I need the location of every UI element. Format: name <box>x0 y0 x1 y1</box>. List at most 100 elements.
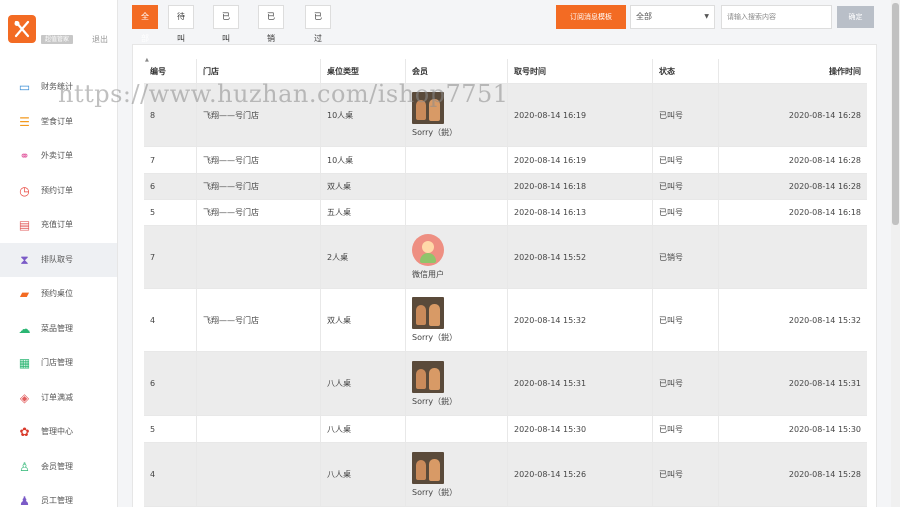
cell-status: 已叫号 <box>653 352 719 415</box>
table-row[interactable]: 7 飞翔——号门店 10人桌 2020-08-14 16:19 已叫号 2020-08-1… <box>144 147 867 174</box>
sidebar-item-5[interactable]: ⧗ 排队取号 <box>0 242 117 277</box>
sidebar-item-4[interactable]: ▤ 充值订单 <box>0 208 117 243</box>
sidebar-item-8[interactable]: ▦ 门店管理 <box>0 346 117 381</box>
sidebar: 超值管家 退出 ▭ 财务统计 ☰ 堂食订单 ⚭ 外卖订单 ◷ 预约订单 ▤ 充值订单 ⧗ 排队取号 ▰ 预… <box>0 0 118 507</box>
search-input[interactable] <box>721 5 832 29</box>
sidebar-item-2[interactable]: ⚭ 外卖订单 <box>0 139 117 174</box>
users-icon: ♟ <box>19 494 30 507</box>
cell-take-time: 2020-08-14 16:13 <box>508 200 653 225</box>
sidebar-item-label: 堂食订单 <box>41 116 73 126</box>
cell-store <box>197 443 321 506</box>
table-row[interactable]: 4 八人桌 Sorry（鋭） 2020-08-14 15:26 已叫号 2020-08-1… <box>144 443 867 507</box>
cell-member <box>406 174 508 199</box>
sidebar-item-12[interactable]: ♟ 员工管理 <box>0 484 117 507</box>
sidebar-item-label: 订单满减 <box>41 392 73 402</box>
logout-link[interactable]: 退出 <box>92 34 108 45</box>
cell-member: Sorry（鋭） <box>406 352 508 415</box>
table-row[interactable]: 5 飞翔——号门店 五人桌 2020-08-14 16:13 已叫号 2020-08-14… <box>144 200 867 226</box>
column-header[interactable]: 操作时间 <box>719 59 867 83</box>
tab-3[interactable]: 已销号 <box>258 5 284 65</box>
sidebar-item-label: 充值订单 <box>41 220 73 229</box>
tab-0[interactable]: 全部 <box>132 5 158 43</box>
cell-store <box>197 416 321 442</box>
sidebar-item-7[interactable]: ☁ 菜品管理 <box>0 312 117 347</box>
column-header[interactable]: 状态 <box>653 59 719 83</box>
sidebar-item-label: 员工管理 <box>41 496 73 505</box>
cell-status: 已叫号 <box>653 174 719 199</box>
subscribe-template-button[interactable]: 订阅消息模板 <box>556 5 626 29</box>
tab-4[interactable]: 已过号 <box>305 5 331 65</box>
cell-table-type: 八人桌 <box>321 416 406 442</box>
table-row[interactable]: 8 飞翔——号门店 10人桌 Sorry（鋭） 2020-08-14 16:19 已叫号 2… <box>144 84 867 147</box>
column-header[interactable]: 桌位类型 <box>321 59 406 83</box>
sidebar-item-label: 排队取号 <box>41 254 73 264</box>
tag-icon: ◈ <box>19 390 30 405</box>
cell-op-time: 2020-08-14 16:28 <box>788 110 861 120</box>
scrollbar-thumb[interactable] <box>892 3 899 225</box>
monitor-icon: ▭ <box>18 80 31 94</box>
cell-no: 6 <box>144 174 197 199</box>
cell-op-time: 2020-08-14 15:30 <box>788 424 861 434</box>
cell-take-time: 2020-08-14 15:26 <box>508 443 653 506</box>
sidebar-item-10[interactable]: ✿ 管理中心 <box>0 415 117 450</box>
cell-no: 7 <box>144 147 197 173</box>
column-header[interactable]: 编号 <box>144 59 197 83</box>
table-header: 编号 门店 桌位类型 会员 取号时间 状态 操作时间 <box>144 59 867 84</box>
cell-take-time: 2020-08-14 15:52 <box>508 226 653 288</box>
cell-member <box>406 200 508 225</box>
cell-member: Sorry（鋭） <box>406 289 508 351</box>
page-scrollbar[interactable] <box>891 0 900 507</box>
cell-store <box>197 226 321 288</box>
avatar <box>412 451 444 484</box>
cell-status: 已叫号 <box>653 84 719 146</box>
alarm-clock-icon: ◷ <box>19 183 30 198</box>
sidebar-item-9[interactable]: ◈ 订单满减 <box>0 381 117 416</box>
cell-store: 飞翔——号门店 <box>197 84 321 146</box>
tab-2[interactable]: 已叫号 <box>213 5 239 65</box>
cell-table-type: 八人桌 <box>321 443 406 506</box>
cell-take-time: 2020-08-14 15:30 <box>508 416 653 442</box>
avatar <box>412 297 444 329</box>
cell-store: 飞翔——号门店 <box>197 289 321 351</box>
cell-take-time: 2020-08-14 16:19 <box>508 84 653 146</box>
filter-select[interactable]: 全部 ▼ <box>630 5 715 29</box>
app-logo <box>8 15 36 43</box>
table-row[interactable]: 4 飞翔——号门店 双人桌 Sorry（鋭） 2020-08-14 15:32 已叫号 20… <box>144 289 867 352</box>
cell-table-type: 五人桌 <box>321 200 406 225</box>
cell-store: 飞翔——号门店 <box>197 147 321 173</box>
sidebar-item-3[interactable]: ◷ 预约订单 <box>0 174 117 209</box>
sidebar-item-1[interactable]: ☰ 堂食订单 <box>0 105 117 140</box>
column-header[interactable]: 取号时间 <box>508 59 653 83</box>
column-header[interactable]: 门店 <box>197 59 321 83</box>
cell-take-time: 2020-08-14 16:18 <box>508 174 653 199</box>
cell-no: 5 <box>144 416 197 442</box>
cell-store: 飞翔——号门店 <box>197 200 321 225</box>
sidebar-item-0[interactable]: ▭ 财务统计 <box>0 70 117 105</box>
table-row[interactable]: 7 2人桌 微信用户 2020-08-14 15:52 已销号 <box>144 226 867 289</box>
queue-table: 编号 门店 桌位类型 会员 取号时间 状态 操作时间 8 飞翔——号门店 10人桌 Sorry（鋭）… <box>144 59 867 507</box>
cloud-icon: ☁ <box>18 321 31 336</box>
member-name: Sorry（鋭） <box>412 487 458 497</box>
cell-no: 6 <box>144 352 197 415</box>
tab-1[interactable]: 待叫号 <box>168 5 194 65</box>
scroll-up-icon[interactable]: ▲ <box>145 57 149 63</box>
cell-take-time: 2020-08-14 16:19 <box>508 147 653 173</box>
cell-op-time: 2020-08-14 15:32 <box>788 315 861 325</box>
confirm-button[interactable]: 确定 <box>837 6 874 28</box>
sidebar-item-label: 预约桌位 <box>41 289 73 298</box>
cell-op-time: 2020-08-14 16:28 <box>788 182 861 191</box>
table-row[interactable]: 6 飞翔——号门店 双人桌 2020-08-14 16:18 已叫号 2020-08-14… <box>144 174 867 200</box>
table-row[interactable]: 5 八人桌 2020-08-14 15:30 已叫号 2020-08-14 15:30 <box>144 416 867 443</box>
table-row[interactable]: 6 八人桌 Sorry（鋭） 2020-08-14 15:31 已叫号 2020-08-1… <box>144 352 867 416</box>
chevron-down-icon: ▼ <box>704 13 709 20</box>
cell-no: 8 <box>144 84 197 146</box>
sidebar-item-label: 财务统计 <box>41 82 73 91</box>
card-icon: ▤ <box>18 218 31 232</box>
column-header[interactable]: 会员 <box>406 59 508 83</box>
cell-no: 7 <box>144 226 197 288</box>
sidebar-item-11[interactable]: ♙ 会员管理 <box>0 450 117 485</box>
cell-op-time <box>719 226 867 288</box>
cell-table-type: 双人桌 <box>321 174 406 199</box>
cell-member: Sorry（鋭） <box>406 84 508 146</box>
sidebar-item-6[interactable]: ▰ 预约桌位 <box>0 277 117 312</box>
